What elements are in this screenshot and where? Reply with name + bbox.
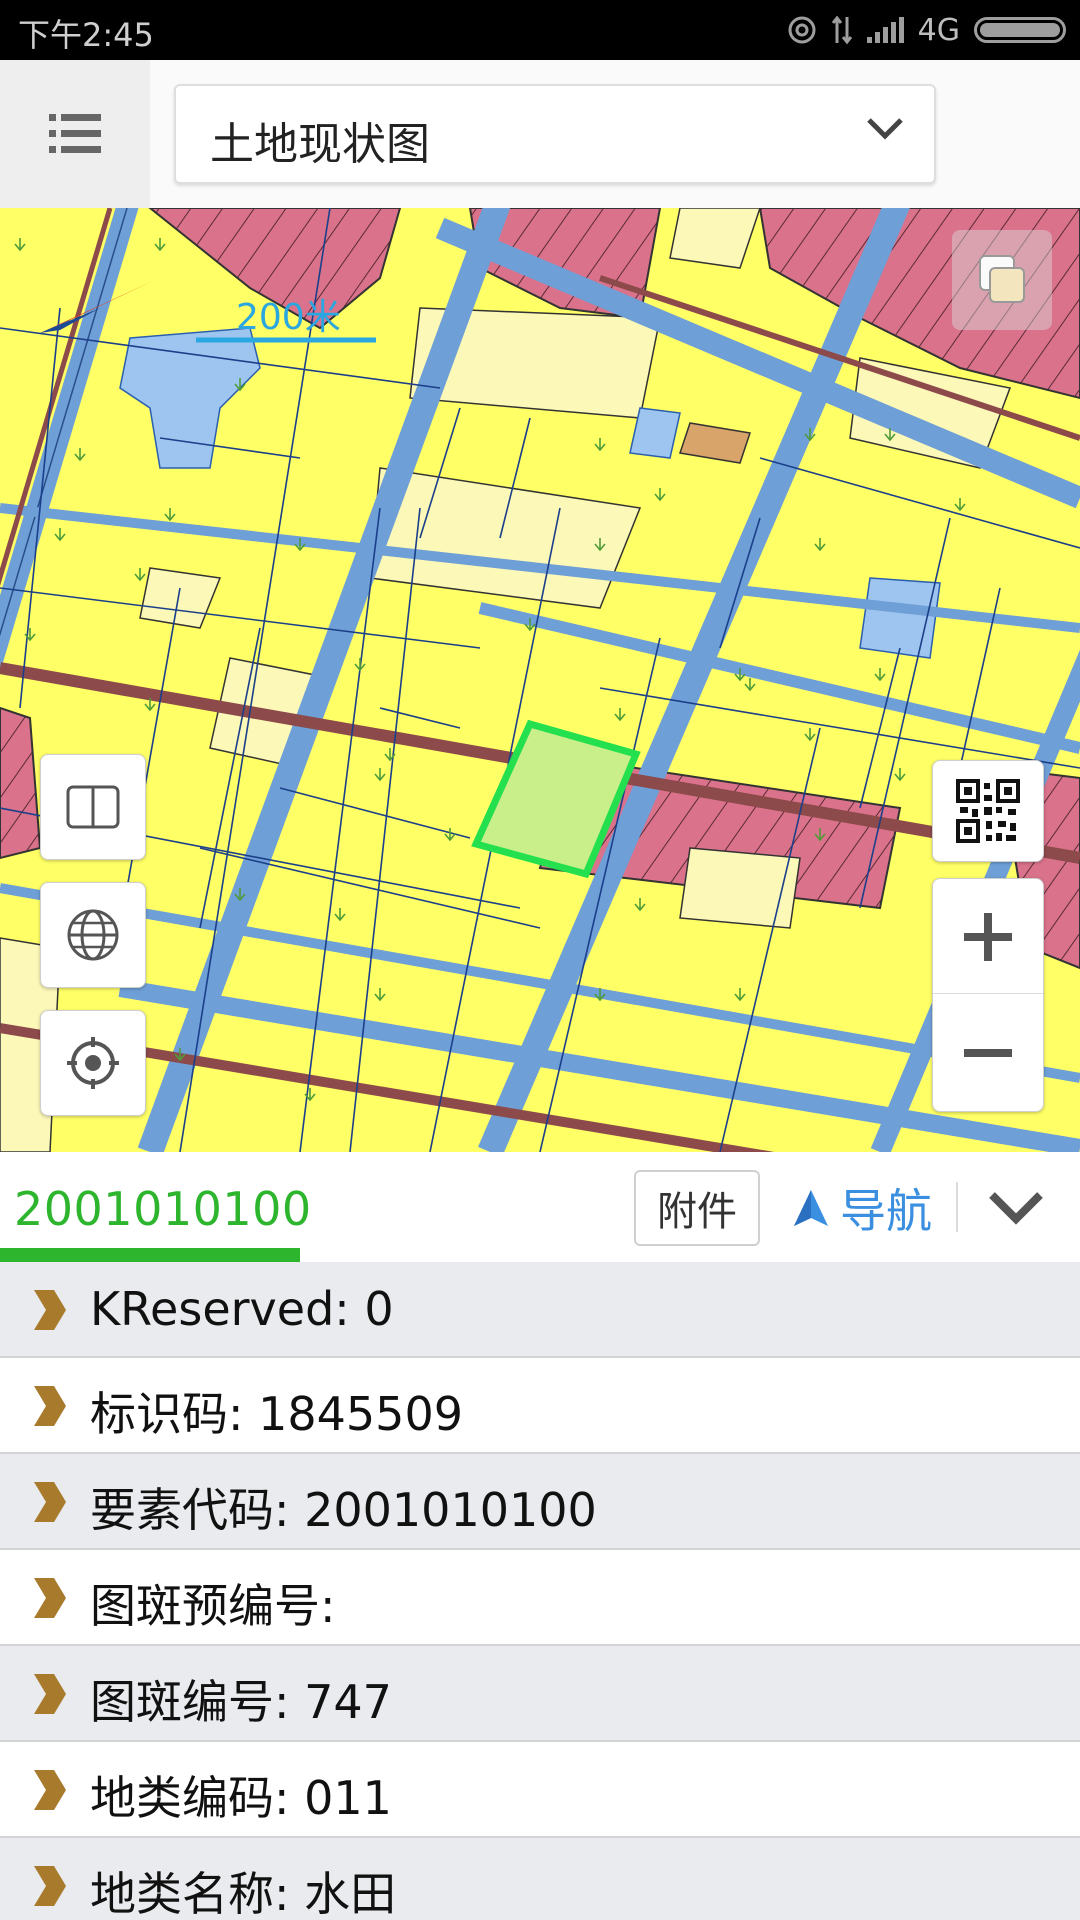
chevron-right-icon <box>34 1482 66 1522</box>
scale-label: 200米 <box>236 297 341 338</box>
layers-icon <box>979 255 1025 303</box>
attachment-button[interactable]: 附件 <box>634 1170 760 1246</box>
tab-feature-code[interactable]: 2001010100 <box>0 1152 311 1262</box>
attribute-row[interactable]: KReserved: 0 <box>0 1262 1080 1358</box>
land-use-map[interactable] <box>0 208 1080 1152</box>
zoom-in-button[interactable] <box>933 881 1043 994</box>
chevron-right-icon <box>34 1674 66 1714</box>
plus-icon <box>964 912 1012 961</box>
attribute-text: 图斑预编号: <box>90 1579 336 1633</box>
basemap-button[interactable] <box>40 882 146 988</box>
water-area <box>859 577 941 659</box>
navigation-arrow-icon <box>794 1190 828 1226</box>
top-toolbar: 土地现状图 <box>0 60 1080 209</box>
status-time: 下午2:45 <box>18 16 154 54</box>
feature-tab-bar: 2001010100 附件 导航 <box>0 1152 1080 1264</box>
globe-icon <box>67 909 119 961</box>
attribute-text: 标识码: 1845509 <box>90 1387 463 1441</box>
tab-feature-code-label: 2001010100 <box>14 1182 312 1236</box>
layers-button[interactable] <box>952 230 1052 330</box>
minus-icon <box>964 1049 1012 1058</box>
network-type: 4G <box>917 12 960 48</box>
chevron-down-icon <box>867 118 903 140</box>
attribute-row[interactable]: 地类编码: 011 <box>0 1742 1080 1838</box>
map-view[interactable]: 200米 <box>0 208 1080 1152</box>
hotspot-icon <box>788 16 816 44</box>
status-icons: 4G <box>787 10 1066 50</box>
layer-select-value: 土地现状图 <box>210 119 430 170</box>
attribute-row[interactable]: 图斑预编号: <box>0 1550 1080 1646</box>
status-bar: 下午2:45 4G <box>0 0 1080 60</box>
attribute-row[interactable]: 标识码: 1845509 <box>0 1358 1080 1454</box>
locate-button[interactable] <box>40 1010 146 1116</box>
attribute-text: 图斑编号: 747 <box>90 1675 392 1729</box>
list-menu-icon <box>49 114 101 153</box>
chevron-right-icon <box>34 1290 66 1330</box>
navigate-button[interactable]: 导航 <box>792 1176 932 1240</box>
battery-icon <box>974 17 1066 43</box>
attribute-text: 要素代码: 2001010100 <box>90 1483 597 1537</box>
signal-icon <box>866 17 904 43</box>
map-catalog-button[interactable] <box>40 754 146 860</box>
attribute-list: KReserved: 0 标识码: 1845509 要素代码: 20010101… <box>0 1262 1080 1920</box>
navigate-label: 导航 <box>840 1184 932 1238</box>
data-transfer-icon <box>831 15 852 45</box>
attribute-row[interactable]: 图斑编号: 747 <box>0 1646 1080 1742</box>
chevron-right-icon <box>34 1866 66 1906</box>
attribute-text: 地类名称: 水田 <box>90 1867 397 1920</box>
book-icon <box>66 785 120 829</box>
zoom-control <box>932 878 1044 1112</box>
toolbar-divider <box>956 1182 958 1232</box>
chevron-right-icon <box>34 1578 66 1618</box>
qr-code-icon <box>956 779 1020 843</box>
chevron-right-icon <box>34 1386 66 1426</box>
collapse-panel-button[interactable] <box>984 1178 1048 1238</box>
zoom-out-button[interactable] <box>933 997 1043 1109</box>
qr-code-button[interactable] <box>932 760 1044 862</box>
attribute-text: KReserved: 0 <box>90 1282 394 1336</box>
chevron-right-icon <box>34 1770 66 1810</box>
layer-select[interactable]: 土地现状图 <box>174 84 936 184</box>
menu-button[interactable] <box>0 60 150 208</box>
attribute-row[interactable]: 要素代码: 2001010100 <box>0 1454 1080 1550</box>
attribute-row[interactable]: 地类名称: 水田 <box>0 1838 1080 1920</box>
tab-active-indicator <box>0 1248 300 1262</box>
attribute-text: 地类编码: 011 <box>90 1771 392 1825</box>
locate-icon <box>67 1037 119 1089</box>
chevron-down-icon <box>989 1192 1043 1225</box>
